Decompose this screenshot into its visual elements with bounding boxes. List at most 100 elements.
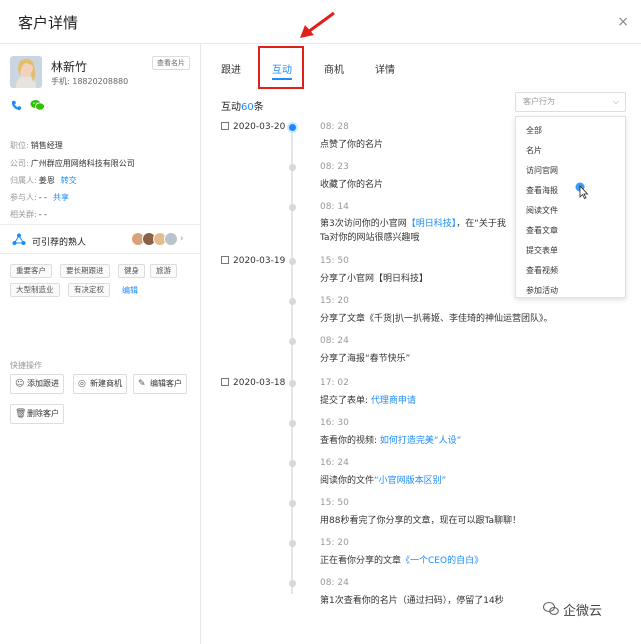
timeline-dot — [289, 298, 296, 305]
event-text: 第3次访问你的小官网【明日科技】，在“关于我 — [320, 219, 506, 229]
event-time: 16: 30 — [320, 418, 349, 428]
form-link[interactable]: 代理商申请 — [371, 396, 416, 406]
new-opportunity-button[interactable]: ◎ 新建商机 — [73, 374, 127, 394]
chevron-down-icon: ⌵ — [612, 97, 619, 106]
event-time: 15: 50 — [320, 498, 349, 508]
share-link[interactable]: 共享 — [53, 193, 69, 202]
timeline-line — [291, 124, 293, 594]
event-text: 查看你的视频: 如何打造完美“人设” — [320, 436, 462, 446]
menu-item-read-file[interactable]: 阅读文件 — [526, 205, 558, 216]
recommend-avatars — [131, 232, 178, 249]
calendar-icon — [221, 256, 229, 264]
phone-icon[interactable] — [11, 100, 22, 114]
event-text: 提交了表单: 代理商申请 — [320, 396, 416, 406]
event-text: 分享了文章《千货|扒一扒蒋姬、李佳琦的神仙运营团队》。 — [320, 314, 553, 324]
info-company: 公司: 广州群应用网络科技有限公司 — [10, 159, 135, 168]
timeline-dot — [289, 338, 296, 345]
timeline-dot — [289, 540, 296, 547]
avatar — [10, 56, 42, 88]
network-icon — [12, 233, 26, 249]
event-time: 08: 24 — [320, 578, 349, 588]
event-text: 正在看你分享的文章《一个CEO的自白》 — [320, 556, 484, 566]
timeline-dot — [289, 258, 296, 265]
trash-icon: 🗑 — [15, 409, 27, 419]
menu-item-submit-form[interactable]: 提交表单 — [526, 245, 558, 256]
customer-panel: 林新竹 手机: 18820208880 查看名片 职位: 销售经理 公司: 广州群应… — [0, 44, 201, 644]
tab-opportunity[interactable]: 商机 — [324, 61, 344, 76]
timeline-date: 2020-03-19 — [221, 256, 285, 266]
edit-tags-link[interactable]: 编辑 — [122, 285, 138, 296]
timeline-dot — [289, 580, 296, 587]
event-text: 用88秒看完了你分享的文章，现在可以跟Ta聊聊！ — [320, 516, 521, 526]
menu-item-join-event[interactable]: 参加活动 — [526, 285, 558, 296]
info-owner: 归属人: 姜恩 转交 — [10, 176, 77, 185]
recommend-contacts[interactable]: 可引荐的熟人 › — [0, 224, 201, 254]
event-text: 分享了海报“春节快乐” — [320, 354, 411, 364]
user-add-icon: ☺ — [15, 379, 25, 389]
event-time: 15: 50 — [320, 256, 349, 266]
customer-tag: 大型制造业 — [10, 283, 60, 297]
timeline-date: 2020-03-20 — [221, 122, 285, 132]
event-time: 08: 28 — [320, 122, 349, 132]
interaction-count: 互动60条 — [221, 102, 264, 113]
timeline-dot — [289, 204, 296, 211]
event-time: 08: 24 — [320, 336, 349, 346]
event-time: 08: 23 — [320, 162, 349, 172]
wechat-icon[interactable] — [30, 99, 45, 114]
tab-details[interactable]: 详情 — [375, 61, 395, 76]
close-icon[interactable]: × — [617, 14, 629, 30]
timeline-dot — [289, 380, 296, 387]
file-link[interactable]: “小官网版本区别” — [374, 476, 446, 486]
menu-item-all[interactable]: 全部 — [526, 125, 542, 136]
page-title: 客户详情 — [18, 14, 79, 32]
avatar — [164, 232, 178, 246]
timeline-dot — [289, 500, 296, 507]
event-text: 分享了小官网【明日科技】 — [320, 274, 429, 284]
event-time: 15: 20 — [320, 538, 349, 548]
info-related-groups: 相关群: - - — [10, 210, 48, 219]
info-position: 职位: 销售经理 — [10, 141, 63, 150]
edit-customer-button[interactable]: ✎ 编辑客户 — [133, 374, 187, 394]
video-link[interactable]: 如何打造完美“人设” — [380, 436, 461, 446]
event-text: Ta对你的网站很感兴趣哦 — [320, 233, 420, 243]
calendar-icon — [221, 378, 229, 386]
delete-customer-button[interactable]: 🗑 删除客户 — [10, 404, 64, 424]
timeline-dot — [289, 460, 296, 467]
customer-tag: 重要客户 — [10, 264, 52, 278]
menu-item-visit-site[interactable]: 访问官网 — [526, 165, 558, 176]
wechat-logo-icon — [542, 601, 559, 617]
event-time: 15: 20 — [320, 296, 349, 306]
event-text: 阅读你的文件“小官网版本区别” — [320, 476, 447, 486]
chevron-right-icon: › — [180, 234, 184, 244]
customer-name: 林新竹 — [51, 60, 88, 74]
event-text: 点赞了你的名片 — [320, 140, 384, 150]
event-time: 08: 14 — [320, 202, 349, 212]
target-icon: ◎ — [78, 379, 86, 389]
annotation-highlight-box — [258, 46, 304, 89]
recommend-label: 可引荐的熟人 — [32, 238, 87, 248]
add-followup-button[interactable]: ☺ 添加跟进 — [10, 374, 64, 394]
calendar-icon — [221, 122, 229, 130]
event-text: 收藏了你的名片 — [320, 180, 384, 190]
customer-phone: 手机: 18820208880 — [51, 77, 129, 86]
tab-followup[interactable]: 跟进 — [221, 61, 241, 76]
site-link[interactable]: 【明日科技】 — [407, 219, 457, 229]
annotation-arrow-icon — [296, 10, 338, 43]
edit-icon: ✎ — [138, 379, 146, 389]
customer-tag: 要长期跟进 — [60, 264, 110, 278]
event-time: 17: 02 — [320, 378, 349, 388]
customer-tag: 有决定权 — [68, 283, 110, 297]
behavior-filter-select[interactable]: 客户行为 ⌵ — [515, 92, 626, 112]
customer-tag: 健身 — [118, 264, 145, 278]
timeline-date: 2020-03-18 — [221, 378, 285, 388]
timeline-dot — [289, 164, 296, 171]
watermark: 企微云 — [542, 600, 602, 619]
customer-tag: 旅游 — [150, 264, 177, 278]
transfer-link[interactable]: 转交 — [61, 176, 77, 185]
timeline-dot-active — [289, 124, 296, 131]
event-time: 16: 24 — [320, 458, 349, 468]
quick-actions-title: 快捷操作 — [10, 361, 42, 370]
article-link[interactable]: 《一个CEO的自白》 — [401, 556, 483, 566]
view-card-button[interactable]: 查看名片 — [152, 56, 190, 70]
timeline-dot — [289, 420, 296, 427]
